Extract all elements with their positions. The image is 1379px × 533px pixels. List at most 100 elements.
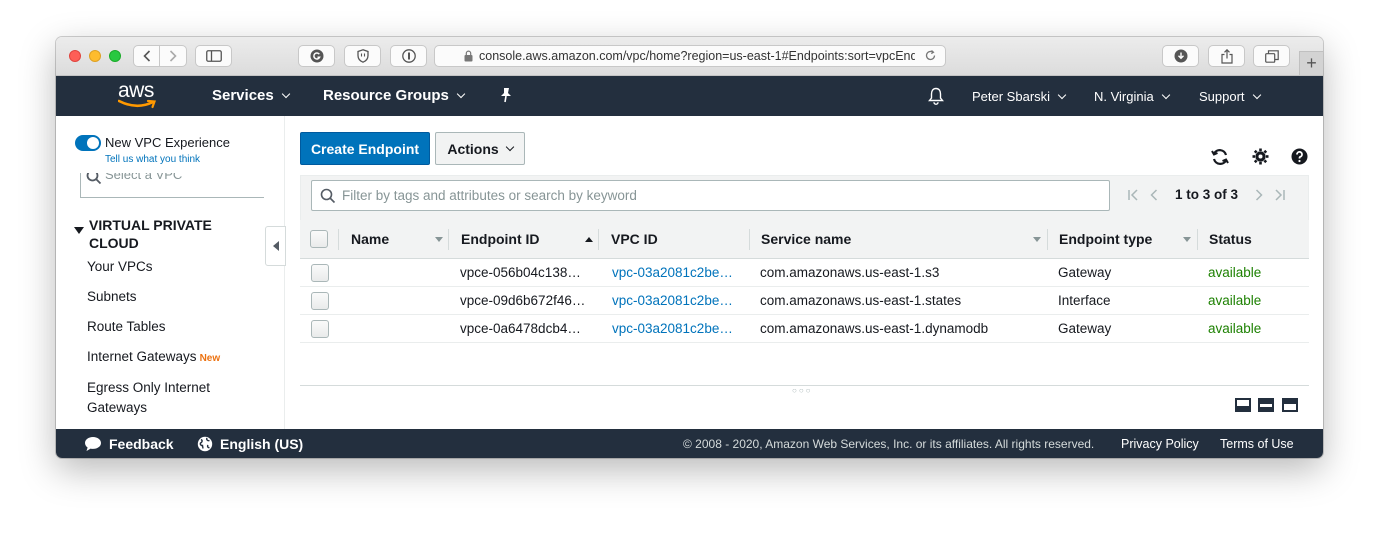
password-manager-icon (401, 49, 416, 63)
aws-top-nav: aws Services Resource Groups Peter Sbars… (56, 76, 1323, 116)
cell-service-name: com.amazonaws.us-east-1.states (760, 293, 962, 308)
extension-grammarly-button[interactable] (298, 45, 335, 67)
column-header-service-name[interactable]: Service name (761, 231, 851, 247)
row-checkbox[interactable] (311, 320, 329, 338)
cell-endpoint-type: Interface (1058, 293, 1111, 308)
gear-icon[interactable] (1252, 148, 1269, 165)
cell-status: available (1208, 265, 1262, 280)
table-row[interactable]: vpce-0a6478dcb4… vpc-03a2081c2be… com.am… (300, 315, 1309, 343)
cell-status: available (1208, 293, 1262, 308)
filter-placeholder: Filter by tags and attributes or search … (342, 188, 637, 203)
caret-left-icon (272, 241, 279, 251)
share-button[interactable] (1208, 45, 1245, 67)
cell-vpc-id-link[interactable]: vpc-03a2081c2be… (612, 265, 733, 280)
chevron-right-icon (169, 50, 177, 62)
language-selector[interactable]: English (US) (197, 436, 303, 452)
refresh-icon[interactable] (1210, 148, 1230, 166)
sort-icon[interactable] (435, 237, 443, 242)
vpc-filter-select[interactable]: Select a VPC (80, 173, 264, 198)
first-page-icon[interactable] (1127, 188, 1139, 201)
caret-down-icon[interactable] (74, 227, 84, 234)
next-page-icon[interactable] (1254, 188, 1264, 201)
support-menu[interactable]: Support (1199, 89, 1261, 104)
column-header-vpc-id[interactable]: VPC ID (611, 231, 658, 247)
filter-input[interactable]: Filter by tags and attributes or search … (311, 180, 1110, 211)
table-row[interactable]: vpce-056b04c138… vpc-03a2081c2be… com.am… (300, 259, 1309, 287)
column-divider (1197, 229, 1198, 250)
sidebar-item-route-tables[interactable]: Route Tables (87, 317, 237, 337)
extension-shield-button[interactable] (344, 45, 381, 67)
create-endpoint-button[interactable]: Create Endpoint (300, 132, 430, 165)
collapse-sidebar-button[interactable] (265, 226, 286, 266)
resource-groups-label: Resource Groups (323, 87, 449, 104)
pagination-text: 1 to 3 of 3 (1175, 187, 1239, 202)
region-menu[interactable]: N. Virginia (1094, 89, 1170, 104)
sidebar-item-label: Internet Gateways (87, 349, 197, 364)
cell-vpc-id-link[interactable]: vpc-03a2081c2be… (612, 293, 733, 308)
minimize-window-button[interactable] (89, 50, 101, 62)
pin-icon[interactable] (499, 87, 513, 103)
vpc-filter-placeholder: Select a VPC (105, 173, 183, 182)
row-checkbox[interactable] (311, 292, 329, 310)
row-checkbox[interactable] (311, 264, 329, 282)
section-title[interactable]: VIRTUAL PRIVATE CLOUD (89, 216, 239, 252)
forward-button[interactable] (160, 45, 187, 67)
new-badge: New (199, 353, 221, 364)
layout-bottom-icon[interactable] (1235, 398, 1251, 412)
search-icon (86, 173, 102, 185)
account-label: Peter Sbarski (972, 89, 1051, 104)
aws-logo[interactable]: aws (116, 79, 160, 109)
support-label: Support (1199, 89, 1245, 104)
sidebar-item-internet-gateways[interactable]: Internet Gateways New (87, 347, 237, 369)
column-header-status[interactable]: Status (1209, 231, 1252, 247)
chevron-down-icon (1057, 90, 1067, 99)
last-page-icon[interactable] (1274, 188, 1286, 201)
close-window-button[interactable] (69, 50, 81, 62)
address-bar[interactable]: console.aws.amazon.com/vpc/home?region=u… (434, 45, 946, 67)
bell-icon[interactable] (928, 87, 944, 105)
new-experience-toggle[interactable] (75, 135, 101, 151)
column-header-endpoint-type[interactable]: Endpoint type (1059, 231, 1152, 247)
grammarly-icon (310, 49, 323, 63)
extension-1password-button[interactable] (390, 45, 427, 67)
region-label: N. Virginia (1094, 89, 1154, 104)
sidebar-item-subnets[interactable]: Subnets (87, 287, 237, 307)
sort-icon[interactable] (1033, 237, 1041, 242)
feedback-link[interactable]: Tell us what you think (105, 154, 200, 165)
resource-groups-menu[interactable]: Resource Groups (323, 87, 466, 104)
sidebar-item-egress-only-gateways[interactable]: Egress Only Internet Gateways (87, 378, 237, 418)
layout-top-icon[interactable] (1282, 398, 1298, 412)
globe-icon (197, 436, 213, 452)
sort-icon[interactable] (1183, 237, 1191, 242)
actions-button[interactable]: Actions (435, 132, 525, 165)
sort-ascending-icon[interactable] (585, 237, 593, 242)
sidebar-toggle-button[interactable] (195, 45, 232, 67)
help-icon[interactable] (1291, 148, 1308, 165)
zoom-window-button[interactable] (109, 50, 121, 62)
column-divider (749, 229, 750, 250)
column-header-name[interactable]: Name (351, 231, 389, 247)
column-header-endpoint-id[interactable]: Endpoint ID (461, 231, 540, 247)
language-label: English (US) (220, 436, 304, 452)
layout-split-icon[interactable] (1258, 398, 1274, 412)
back-button[interactable] (133, 45, 160, 67)
account-menu[interactable]: Peter Sbarski (972, 89, 1067, 104)
terms-of-use-link[interactable]: Terms of Use (1220, 437, 1294, 451)
cell-service-name: com.amazonaws.us-east-1.dynamodb (760, 321, 989, 336)
url-text: console.aws.amazon.com/vpc/home?region=u… (479, 49, 915, 63)
cell-endpoint-id: vpce-056b04c138… (460, 265, 581, 280)
feedback-button[interactable]: Feedback (84, 436, 174, 452)
table-row[interactable]: vpce-09d6b672f46… vpc-03a2081c2be… com.a… (300, 287, 1309, 315)
resize-handle-icon[interactable]: ○○○ (792, 386, 813, 395)
services-menu[interactable]: Services (212, 87, 290, 104)
new-tab-button[interactable]: + (1299, 51, 1323, 75)
cell-vpc-id-link[interactable]: vpc-03a2081c2be… (612, 321, 733, 336)
chevron-down-icon (1252, 90, 1261, 99)
tabs-icon (1264, 49, 1279, 63)
downloads-button[interactable] (1162, 45, 1199, 67)
prev-page-icon[interactable] (1149, 188, 1159, 201)
sidebar-item-your-vpcs[interactable]: Your VPCs (87, 257, 237, 277)
tabs-overview-button[interactable] (1253, 45, 1290, 67)
select-all-checkbox[interactable] (310, 230, 328, 248)
privacy-policy-link[interactable]: Privacy Policy (1121, 437, 1199, 451)
